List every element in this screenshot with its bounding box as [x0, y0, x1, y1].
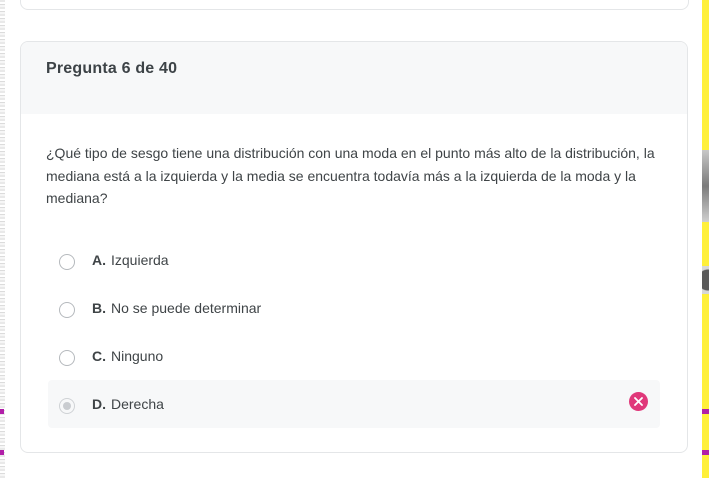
option-text: Ninguno	[111, 347, 164, 364]
x-circle-icon	[629, 391, 648, 411]
answer-options: A. Izquierda B. No se puede determinar C. N…	[21, 236, 687, 428]
radio-button[interactable]	[59, 254, 75, 270]
radio-dot	[63, 402, 71, 410]
option-label: B. No se puede determinar	[92, 300, 261, 316]
edge-image	[702, 266, 709, 294]
x-icon	[634, 396, 643, 406]
question-card: Pregunta 6 de 40 ¿Qué tipo de sesgo tien…	[20, 41, 688, 453]
option-label: A. Izquierda	[92, 252, 169, 268]
left-edge-decoration	[0, 0, 5, 478]
option-label: C. Ninguno	[92, 348, 163, 364]
option-text: Izquierda	[111, 251, 169, 268]
question-counter: Pregunta 6 de 40	[46, 60, 178, 77]
radio-button[interactable]	[59, 302, 75, 318]
right-edge-decoration	[702, 0, 709, 478]
question-header: Pregunta 6 de 40	[21, 42, 687, 114]
radio-button-selected[interactable]	[59, 398, 75, 414]
option-letter: D.	[92, 395, 106, 412]
edge-marker	[702, 450, 709, 455]
edge-marker	[702, 409, 709, 414]
option-letter: A.	[92, 251, 106, 268]
option-b[interactable]: B. No se puede determinar	[48, 284, 660, 332]
option-text: Derecha	[111, 395, 164, 412]
option-d[interactable]: D. Derecha	[48, 379, 660, 428]
option-text: No se puede determinar	[111, 299, 262, 316]
edge-image	[702, 150, 709, 222]
option-letter: C.	[92, 347, 106, 364]
radio-button[interactable]	[59, 350, 75, 366]
edge-marker	[0, 450, 4, 455]
previous-question-card	[20, 0, 689, 10]
option-a[interactable]: A. Izquierda	[48, 236, 660, 284]
edge-marker	[0, 409, 4, 414]
option-letter: B.	[92, 299, 106, 316]
option-label: D. Derecha	[92, 396, 164, 412]
option-c[interactable]: C. Ninguno	[48, 332, 660, 380]
question-text: ¿Qué tipo de sesgo tiene una distribució…	[46, 145, 655, 206]
